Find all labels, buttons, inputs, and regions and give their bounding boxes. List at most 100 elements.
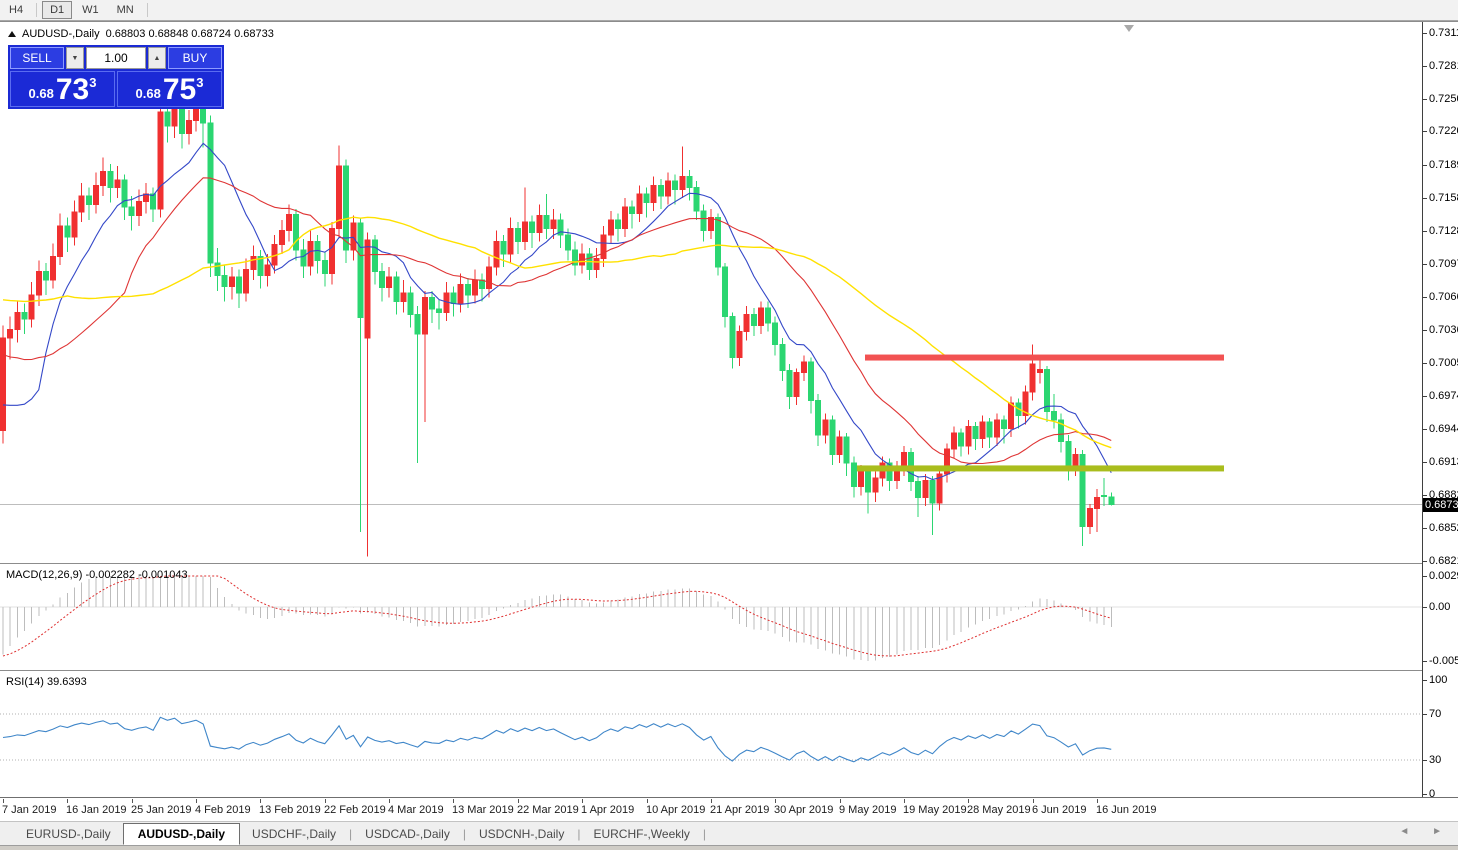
rsi-label: RSI(14) 39.6393 (6, 676, 87, 688)
candle-bear (408, 293, 413, 315)
date-label: 30 Apr 2019 (774, 804, 833, 816)
candle-bull (229, 277, 234, 287)
candle-bull (859, 472, 864, 487)
price-axis-label: 0.72505 (1429, 93, 1458, 105)
candle-bull (1087, 508, 1092, 526)
price-axis-label: 0.72810 (1429, 60, 1458, 72)
price-axis-label: 0.70970 (1429, 258, 1458, 270)
date-tick (196, 799, 197, 803)
candle-bull (79, 196, 84, 212)
candle-bull (8, 330, 13, 339)
date-axis[interactable]: 7 Jan 201916 Jan 201925 Jan 20194 Feb 20… (0, 799, 1458, 821)
resistance-line[interactable] (865, 355, 1224, 361)
candle-bear (816, 401, 821, 435)
axis-tick (1423, 714, 1427, 715)
candle-bull (744, 314, 749, 331)
timeframe-d1-button[interactable]: D1 (42, 1, 72, 19)
candle-bull (15, 312, 20, 329)
axis-tick (1423, 680, 1427, 681)
date-label: 6 Jun 2019 (1032, 804, 1086, 816)
candle-bear (430, 297, 435, 309)
rsi-indicator-panel[interactable] (0, 673, 1422, 797)
buy-quote-button[interactable]: 0.68 75 3 (117, 71, 222, 107)
price-axis[interactable]: 0.731150.728100.725050.722000.718900.715… (1422, 22, 1458, 797)
axis-tick (1423, 760, 1427, 761)
buy-price-main: 75 (163, 76, 196, 104)
volume-increase-button[interactable]: ▲ (148, 47, 166, 69)
candle-bull (758, 308, 763, 325)
price-axis-label: 0.71585 (1429, 192, 1458, 204)
date-label: 1 Apr 2019 (581, 804, 634, 816)
tab-scroll-arrows[interactable]: ◄ ► (1399, 826, 1452, 837)
macd-label: MACD(12,26,9) -0.002282 -0.001043 (6, 569, 188, 581)
tab-separator: | (577, 827, 580, 841)
candle-bear (372, 240, 377, 271)
candle-bull (1009, 403, 1014, 429)
timeframe-w1-button[interactable]: W1 (74, 1, 107, 19)
candle-bull (308, 241, 313, 266)
candle-bull (601, 235, 606, 259)
candle-bull (794, 373, 799, 397)
chart-tab-usdchf-daily[interactable]: USDCHF-,Daily (240, 824, 348, 844)
sell-price-prefix: 0.68 (29, 86, 54, 101)
axis-tick (1423, 33, 1427, 34)
axis-tick (1423, 330, 1427, 331)
chart-tab-usdcad-daily[interactable]: USDCAD-,Daily (353, 824, 462, 844)
date-tick (518, 799, 519, 803)
tabs-holder: EURUSD-,DailyAUDUSD-,DailyUSDCHF-,Daily |… (14, 823, 707, 845)
candle-bull (401, 293, 406, 302)
chart-tab-eurchf-weekly[interactable]: EURCHF-,Weekly (581, 824, 701, 844)
candle-bull (508, 228, 513, 254)
candle-bull (337, 166, 342, 228)
sell-button[interactable]: SELL (10, 47, 64, 69)
axis-tick (1423, 462, 1427, 463)
candle-bull (994, 420, 999, 437)
candle-bull (522, 222, 527, 241)
rsi-axis-label: 0 (1429, 788, 1435, 800)
candle-bear (501, 241, 506, 254)
candle-bull (594, 259, 599, 270)
candle-bear (766, 308, 771, 323)
chart-shift-marker-icon[interactable] (1124, 25, 1134, 32)
candle-bear (1102, 495, 1107, 496)
timeframe-h4-button[interactable]: H4 (1, 1, 31, 19)
timeframe-mn-button[interactable]: MN (109, 1, 142, 19)
candle-bear (65, 226, 70, 237)
candle-bull (737, 332, 742, 358)
candle-bear (1109, 497, 1114, 505)
date-tick (260, 799, 261, 803)
date-label: 4 Feb 2019 (195, 804, 251, 816)
candle-bear (208, 123, 213, 263)
date-tick (775, 799, 776, 803)
volume-input[interactable]: 1.00 (86, 47, 146, 69)
candle-bear (930, 480, 935, 503)
candle-bull (1030, 364, 1035, 392)
candle-bull (58, 226, 63, 256)
candle-bear (515, 228, 520, 241)
ma-line-22 (3, 178, 1111, 464)
axis-tick (1423, 495, 1427, 496)
date-tick (1097, 799, 1098, 803)
price-axis-label: 0.69745 (1429, 390, 1458, 402)
ohlc-values: 0.68803 0.68848 0.68724 0.68733 (106, 28, 274, 40)
date-tick (389, 799, 390, 803)
chart-tab-usdcnh-daily[interactable]: USDCNH-,Daily (467, 824, 576, 844)
sell-quote-button[interactable]: 0.68 73 3 (10, 71, 115, 107)
tab-separator: | (703, 827, 706, 841)
candle-bear (379, 271, 384, 287)
chart-tab-eurusd-daily[interactable]: EURUSD-,Daily (14, 824, 123, 844)
date-label: 16 Jun 2019 (1096, 804, 1157, 816)
candle-bull (651, 185, 656, 202)
buy-button[interactable]: BUY (168, 47, 222, 69)
volume-decrease-button[interactable]: ▼ (66, 47, 84, 69)
buy-price-point: 3 (196, 75, 203, 90)
support-line[interactable] (857, 465, 1224, 471)
collapse-panel-icon[interactable] (8, 31, 16, 37)
candle-bear (808, 362, 813, 401)
chart-tab-audusd-daily[interactable]: AUDUSD-,Daily (123, 823, 240, 845)
candle-bull (873, 478, 878, 492)
macd-indicator-panel[interactable] (0, 566, 1422, 670)
price-axis-label: 0.71890 (1429, 159, 1458, 171)
date-label: 28 May 2019 (967, 804, 1031, 816)
axis-tick (1423, 429, 1427, 430)
